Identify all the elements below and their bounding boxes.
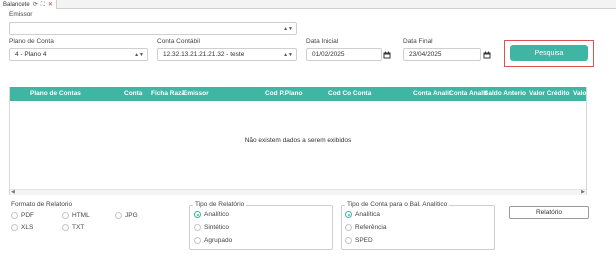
radio-jpg[interactable]: JPG	[115, 212, 138, 219]
chevron-updown-icon: ▲▼	[283, 52, 293, 58]
plano-conta-select[interactable]: 4 - Plano 4 ▲▼	[9, 48, 148, 61]
search-button[interactable]: Pesquisa	[510, 45, 588, 61]
formato-title: Formato de Relatorio	[9, 201, 75, 208]
plano-conta-value: 4 - Plano 4	[15, 51, 47, 58]
radio-circle	[11, 224, 18, 231]
tipo-relatorio-title: Tipo de Relatório	[193, 201, 247, 208]
tab-title: Balancete	[3, 1, 30, 8]
radio-label: XLS	[21, 224, 34, 231]
radio-pdf[interactable]: PDF	[11, 212, 34, 219]
column-header[interactable]: Valo	[573, 87, 586, 101]
radio-circle	[115, 212, 122, 219]
tab-balancete[interactable]: Balancete ⟳ ⛶ ✕	[0, 0, 57, 9]
radio-analitica[interactable]: Analítica	[345, 211, 380, 218]
radio-label: Referência	[355, 224, 387, 231]
radio-circle	[11, 212, 18, 219]
radio-circle	[194, 237, 201, 244]
report-button[interactable]: Relatório	[509, 206, 589, 219]
data-inicial-field[interactable]: 01/02/2025	[306, 48, 382, 61]
tipo-conta-title: Tipo de Conta para o Bal. Analítico	[345, 201, 450, 208]
radio-circle	[345, 211, 352, 218]
radio-xls[interactable]: XLS	[11, 224, 33, 231]
calendar-icon[interactable]	[481, 48, 493, 61]
emissor-select[interactable]: ▲▼	[9, 22, 297, 35]
radio-circle	[345, 237, 352, 244]
horizontal-scrollbar[interactable]: ◀ ▶	[10, 189, 586, 195]
data-final-field[interactable]: 23/04/2025	[403, 48, 481, 61]
radio-label: Analítico	[204, 211, 229, 218]
column-header[interactable]: Plano de Contas	[30, 87, 81, 101]
radio-label: Sintético	[204, 224, 229, 231]
close-icon[interactable]: ✕	[48, 2, 53, 8]
results-grid: Plano de Contas Conta Ficha Razã Emissor…	[9, 87, 587, 195]
tab-bar: Balancete ⟳ ⛶ ✕	[0, 0, 616, 9]
scroll-right-icon[interactable]: ▶	[581, 189, 585, 195]
scroll-left-icon[interactable]: ◀	[11, 189, 15, 195]
formato-group: Formato de Relatorio PDF HTML JPG XLS TX…	[7, 201, 177, 236]
radio-txt[interactable]: TXT	[62, 224, 84, 231]
radio-label: Agrupado	[204, 237, 233, 244]
radio-analitico[interactable]: Analítico	[194, 211, 229, 218]
radio-sintetico[interactable]: Sintético	[194, 224, 229, 231]
chevron-updown-icon: ▲▼	[134, 52, 144, 58]
data-inicial-label: Data Inicial	[306, 38, 339, 45]
column-header[interactable]: Valor Crédito	[529, 87, 569, 101]
conta-contabil-label: Conta Contábil	[157, 38, 200, 45]
column-header[interactable]: Conta	[124, 87, 142, 101]
conta-contabil-value: 12.32.13.21.21.21.32 - teste	[163, 51, 245, 58]
column-header[interactable]: Cod P.Plano	[265, 87, 302, 101]
data-final-label: Data Final	[403, 38, 433, 45]
data-final-value: 23/04/2025	[409, 51, 442, 58]
refresh-icon[interactable]: ⟳	[33, 2, 38, 8]
radio-circle	[194, 224, 201, 231]
calendar-icon[interactable]	[381, 48, 393, 61]
radio-circle	[194, 211, 201, 218]
chevron-updown-icon: ▲▼	[283, 26, 293, 32]
data-inicial-value: 01/02/2025	[312, 51, 345, 58]
radio-label: SPED	[355, 237, 373, 244]
column-header[interactable]: Conta Analit	[413, 87, 451, 101]
radio-agrupado[interactable]: Agrupado	[194, 237, 232, 244]
radio-label: JPG	[125, 212, 138, 219]
radio-label: Analítica	[355, 211, 380, 218]
column-header[interactable]: Saldo Anterio	[484, 87, 526, 101]
radio-circle	[62, 224, 69, 231]
radio-sped[interactable]: SPED	[345, 237, 373, 244]
radio-label: PDF	[21, 212, 34, 219]
plano-conta-label: Plano de Conta	[9, 38, 54, 45]
radio-circle	[62, 212, 69, 219]
emissor-label: Emissor	[9, 11, 33, 18]
column-header[interactable]: Conta Analit	[449, 87, 487, 101]
tipo-conta-group: Tipo de Conta para o Bal. Analítico Anal…	[341, 201, 495, 250]
column-header[interactable]: Emissor	[183, 87, 209, 101]
radio-circle	[345, 224, 352, 231]
empty-message: Não existem dados a serem exibidos	[244, 137, 352, 144]
radio-label: TXT	[72, 224, 85, 231]
column-header[interactable]: Ficha Razã	[151, 87, 185, 101]
column-header[interactable]: Cod Co Conta	[328, 87, 371, 101]
expand-icon[interactable]: ⛶	[41, 2, 45, 8]
conta-contabil-select[interactable]: 12.32.13.21.21.21.32 - teste ▲▼	[157, 48, 297, 61]
tipo-relatorio-group: Tipo de Relatório Analítico Sintético Ag…	[189, 201, 333, 250]
grid-header: Plano de Contas Conta Ficha Razã Emissor…	[10, 87, 586, 101]
radio-label: HTML	[72, 212, 90, 219]
radio-referencia[interactable]: Referência	[345, 224, 386, 231]
radio-html[interactable]: HTML	[62, 212, 90, 219]
